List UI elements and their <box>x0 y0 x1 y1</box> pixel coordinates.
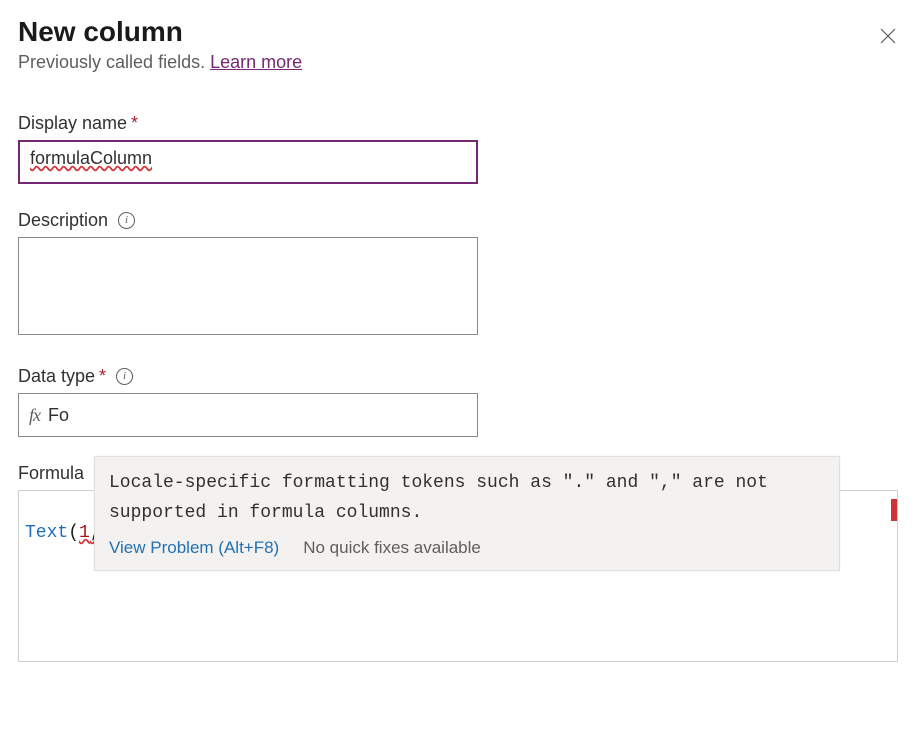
required-marker: * <box>99 366 106 386</box>
panel-subtitle: Previously called fields. Learn more <box>18 52 898 73</box>
description-label: Description <box>18 210 108 231</box>
error-message: Locale-specific formatting tokens such a… <box>109 469 825 528</box>
error-tooltip: Locale-specific formatting tokens such a… <box>94 456 840 571</box>
data-type-select[interactable]: fx Fo <box>18 393 478 437</box>
description-input[interactable] <box>18 237 478 335</box>
fx-icon: fx <box>29 405 40 426</box>
info-icon[interactable]: i <box>116 368 133 385</box>
info-icon[interactable]: i <box>118 212 135 229</box>
display-name-value: formulaColumn <box>30 148 152 168</box>
data-type-field: Data type* i fx Fo <box>18 366 898 437</box>
close-button[interactable] <box>876 24 900 48</box>
display-name-label: Display name* <box>18 113 138 134</box>
display-name-input[interactable]: formulaColumn <box>18 140 478 184</box>
formula-label: Formula <box>18 463 84 484</box>
error-marker[interactable] <box>891 499 897 521</box>
data-type-value: Fo <box>48 405 69 426</box>
learn-more-link[interactable]: Learn more <box>210 52 302 72</box>
required-marker: * <box>131 113 138 133</box>
subtitle-text: Previously called fields. <box>18 52 210 72</box>
data-type-label: Data type* <box>18 366 106 387</box>
panel-title: New column <box>18 16 898 48</box>
close-icon <box>880 28 896 44</box>
description-field: Description i <box>18 210 898 340</box>
display-name-field: Display name* formulaColumn <box>18 113 898 184</box>
view-problem-link[interactable]: View Problem (Alt+F8) <box>109 538 279 558</box>
no-fixes-text: No quick fixes available <box>303 538 481 558</box>
